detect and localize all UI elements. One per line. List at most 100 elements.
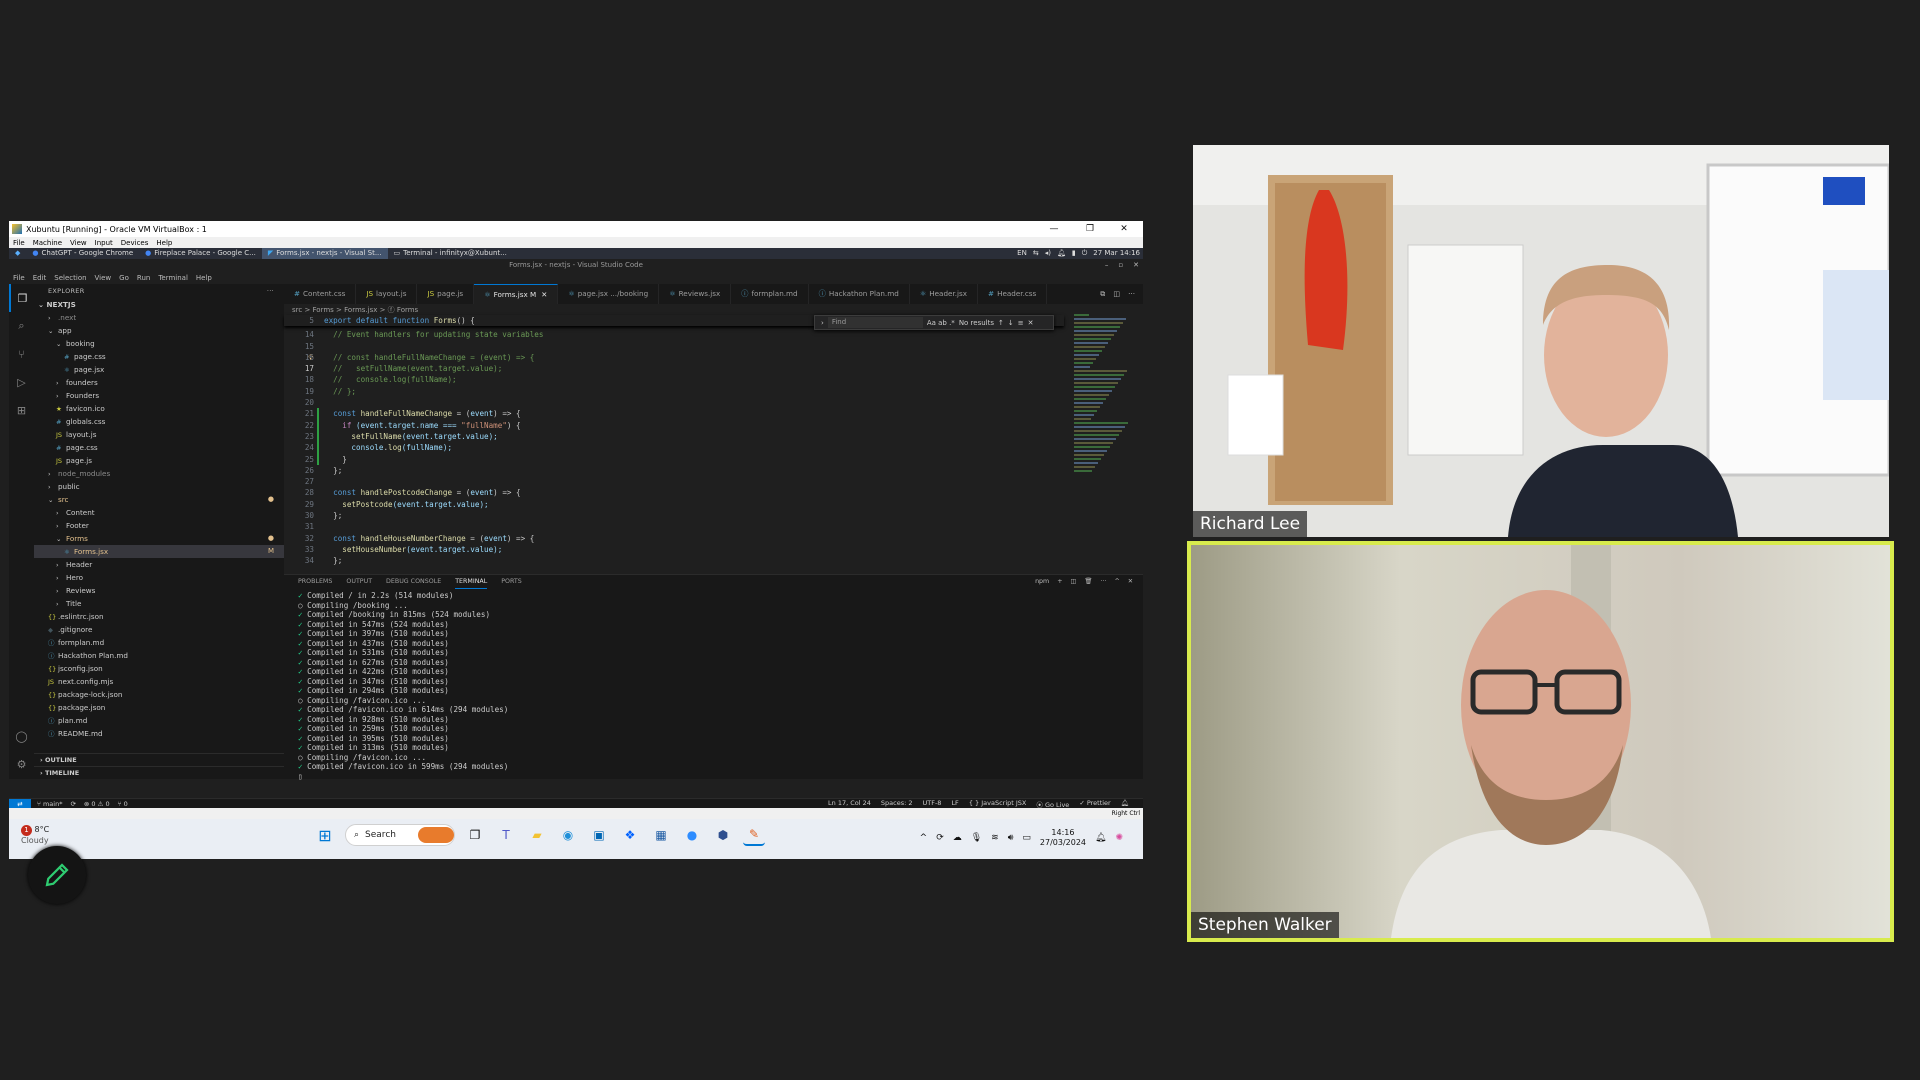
split-terminal-icon[interactable]: ◫ (1070, 575, 1076, 589)
app-icon[interactable]: ▦ (650, 824, 672, 846)
search-icon[interactable]: ⌕ (9, 312, 34, 340)
tree-item[interactable]: ★ favicon.ico (34, 402, 284, 415)
tree-item[interactable]: # page.css (34, 441, 284, 454)
vb-menu-help[interactable]: Help (156, 239, 172, 247)
tree-item[interactable]: # page.css (34, 350, 284, 363)
editor-tab[interactable]: # Header.css (978, 284, 1048, 304)
virtualbox-icon[interactable]: ⬢ (712, 824, 734, 846)
find-close-icon[interactable]: ✕ (1028, 319, 1034, 327)
tree-item[interactable]: ⓘ README.md (34, 727, 284, 740)
onedrive-icon[interactable]: ☁ (953, 833, 962, 843)
panel-more-icon[interactable]: ··· (1100, 575, 1106, 589)
vb-menu-input[interactable]: Input (95, 239, 113, 247)
tree-item[interactable]: ⓘ formplan.md (34, 636, 284, 649)
tree-item[interactable]: › Title (34, 597, 284, 610)
indentation[interactable]: Spaces: 2 (881, 799, 913, 809)
taskbar-clock[interactable]: 14:16 27/03/2024 (1040, 828, 1086, 848)
editor-tab[interactable]: ⚛ page.jsx .../booking (558, 284, 660, 304)
find-selection-icon[interactable]: ≡ (1018, 319, 1024, 327)
microphone-icon[interactable]: 🎙︎ (971, 833, 982, 843)
problems-count[interactable]: ⊗ 0 ⚠ 0 (84, 800, 110, 808)
tree-item[interactable]: ⚛ page.jsx (34, 363, 284, 376)
tree-item[interactable]: ◆ .gitignore (34, 623, 284, 636)
find-options[interactable]: Aa ab .* (927, 319, 955, 327)
sync-icon[interactable]: ⟳ (70, 800, 75, 808)
end-of-line[interactable]: LF (951, 799, 958, 809)
wifi-icon[interactable]: ≋ (991, 833, 999, 843)
manage-gear-icon[interactable]: ⚙ (9, 750, 34, 778)
vb-menu-devices[interactable]: Devices (121, 239, 149, 247)
task-terminal[interactable]: ▭ Terminal - infinityx@Xubunt... (388, 248, 513, 259)
battery-icon[interactable]: ▭ (1022, 833, 1031, 843)
close-tab-icon[interactable]: ✕ (541, 290, 547, 299)
editor-tab[interactable]: # Content.css (284, 284, 357, 304)
find-prev-icon[interactable]: ↑ (998, 319, 1004, 327)
weather-widget[interactable]: 1 8°C Cloudy (21, 825, 49, 845)
power-icon[interactable]: ⏻ (1082, 249, 1088, 258)
tab-ports[interactable]: PORTS (501, 575, 522, 589)
editor-tab[interactable]: JS page.js (417, 284, 475, 304)
store-icon[interactable]: ▣ (588, 824, 610, 846)
tab-terminal[interactable]: TERMINAL (455, 575, 488, 589)
zoom-icon[interactable]: ● (681, 824, 703, 846)
edge-icon[interactable]: ◉ (557, 824, 579, 846)
tree-item[interactable]: › Header (34, 558, 284, 571)
menu-selection[interactable]: Selection (54, 274, 86, 282)
tree-item[interactable]: ⌄ Forms ● (34, 532, 284, 545)
tab-debug-console[interactable]: DEBUG CONSOLE (386, 575, 441, 589)
outline-section[interactable]: › OUTLINE (34, 753, 284, 766)
tab-problems[interactable]: PROBLEMS (298, 575, 332, 589)
prettier-status[interactable]: ✓ Prettier (1079, 799, 1110, 809)
run-debug-icon[interactable]: ▷ (9, 368, 34, 396)
tree-item[interactable]: {} package-lock.json (34, 688, 284, 701)
taskbar-search[interactable]: ⌕ Search (345, 824, 455, 846)
tray-overflow-icon[interactable]: ^ (920, 833, 928, 843)
cursor-position[interactable]: Ln 17, Col 24 (828, 799, 871, 809)
close-panel-icon[interactable]: ✕ (1128, 575, 1133, 589)
more-actions-icon[interactable]: ··· (1128, 284, 1135, 304)
tree-item[interactable]: JS next.config.mjs (34, 675, 284, 688)
notifications-icon[interactable]: 🔔︎ (1121, 799, 1129, 809)
windows-start-icon[interactable]: ⊞ (314, 824, 336, 846)
video-tile-richard[interactable]: Richard Lee (1193, 145, 1889, 537)
notification-bell-icon[interactable]: 🔔︎ (1095, 833, 1106, 843)
tree-item[interactable]: JS page.js (34, 454, 284, 467)
minimize-button[interactable]: — (1037, 221, 1071, 237)
find-expand-icon[interactable]: › (821, 319, 824, 327)
task-vscode[interactable]: ◤ Forms.jsx - nextjs - Visual St... (261, 248, 388, 259)
vb-menu-file[interactable]: File (13, 239, 25, 247)
vscode-close-button[interactable]: ✕ (1133, 259, 1139, 272)
find-input[interactable]: Find (827, 317, 923, 328)
trash-icon[interactable]: 🗑︎ (1084, 575, 1092, 589)
tree-item[interactable]: {} .eslintrc.json (34, 610, 284, 623)
tree-item[interactable]: › Content (34, 506, 284, 519)
task-fireplace[interactable]: ● Fireplace Palace - Google C... (139, 248, 262, 259)
project-root[interactable]: ⌄ NEXTJS (34, 298, 284, 311)
tree-item[interactable]: ⌄ src ● (34, 493, 284, 506)
xfce-menu-icon[interactable]: ◆ (9, 248, 26, 259)
xfce-clock[interactable]: 27 Mar 14:16 (1093, 249, 1140, 258)
vb-menu-machine[interactable]: Machine (33, 239, 62, 247)
tree-item[interactable]: ⓘ plan.md (34, 714, 284, 727)
tree-item[interactable]: › Founders (34, 389, 284, 402)
terminal-output[interactable]: ✓ Compiled / in 2.2s (514 modules) ○ Comp… (298, 591, 508, 781)
task-view-icon[interactable]: ❐ (464, 824, 486, 846)
vscode-maximize-button[interactable]: ▫ (1118, 259, 1123, 272)
explorer-icon[interactable]: ❐ (9, 284, 34, 312)
editor-tab[interactable]: ⚛ Header.jsx (910, 284, 979, 304)
tree-item[interactable]: › public (34, 480, 284, 493)
tree-item[interactable]: # globals.css (34, 415, 284, 428)
code-view[interactable]: 5 export default function Forms() {14 // … (284, 315, 1064, 567)
tab-output[interactable]: OUTPUT (346, 575, 372, 589)
editor-tab[interactable]: ⚛ Forms.jsx M ✕ (474, 284, 559, 304)
file-explorer-icon[interactable]: ▰ (526, 824, 548, 846)
whiteboard-icon[interactable]: ✎ (743, 824, 765, 846)
timeline-section[interactable]: › TIMELINE (34, 766, 284, 779)
account-icon[interactable]: ◯ (9, 722, 34, 750)
network-icon[interactable]: ⇆ (1033, 249, 1039, 258)
find-next-icon[interactable]: ↓ (1008, 319, 1014, 327)
tree-item[interactable]: › .next (34, 311, 284, 324)
task-chatgpt[interactable]: ● ChatGPT - Google Chrome (26, 248, 139, 259)
close-button[interactable]: ✕ (1107, 221, 1141, 237)
tree-item[interactable]: ⚛ Forms.jsx M (34, 545, 284, 558)
